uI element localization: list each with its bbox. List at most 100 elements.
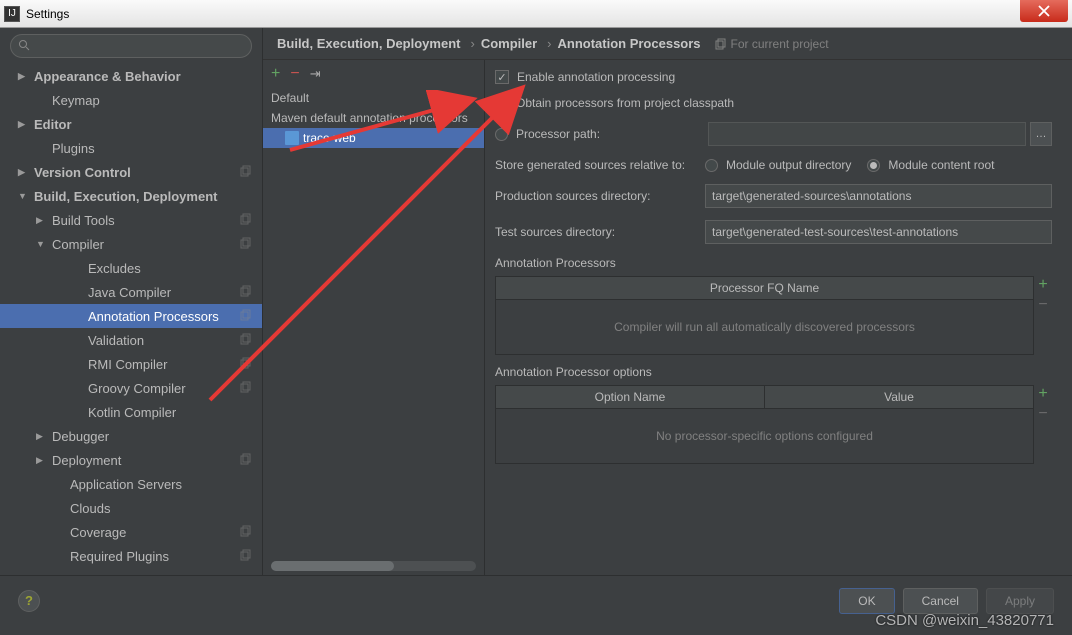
tree-label: Kotlin Compiler <box>88 405 176 420</box>
chevron-icon: ▼ <box>18 191 30 201</box>
remove-icon[interactable]: − <box>290 65 299 83</box>
procpath-label: Processor path: <box>516 127 708 141</box>
tree-item[interactable]: Required Plugins <box>0 544 262 568</box>
test-dir-label: Test sources directory: <box>495 225 705 239</box>
help-button[interactable]: ? <box>18 590 40 612</box>
tree-item[interactable]: Excludes <box>0 256 262 280</box>
main-panel: Build, Execution, Deployment › Compiler … <box>263 28 1072 575</box>
tree-label: Validation <box>88 333 144 348</box>
profile-item-selected[interactable]: trace-web <box>263 128 484 148</box>
h-scrollbar[interactable] <box>271 561 476 571</box>
table-side-buttons: + − <box>1035 386 1051 422</box>
remove-row-button[interactable]: − <box>1035 406 1051 422</box>
footer: ? OK Cancel Apply <box>0 575 1072 625</box>
tree-item[interactable]: ▶Version Control <box>0 160 262 184</box>
scope-text: For current project <box>731 37 829 51</box>
module-icon <box>285 131 299 145</box>
tree-label: Plugins <box>52 141 95 156</box>
apply-button[interactable]: Apply <box>986 588 1054 614</box>
copy-icon <box>240 165 252 180</box>
tree-item[interactable]: ▼Build, Execution, Deployment <box>0 184 262 208</box>
titlebar: IJ Settings <box>0 0 1072 28</box>
tree-label: Version Control <box>34 165 131 180</box>
prod-dir-label: Production sources directory: <box>495 189 705 203</box>
browse-button[interactable]: … <box>1030 122 1052 146</box>
chevron-right-icon: › <box>547 36 551 51</box>
store-output-radio[interactable] <box>705 159 718 172</box>
breadcrumb-mid[interactable]: Compiler <box>481 36 537 51</box>
tree-item[interactable]: ▶ Deployment <box>0 448 262 472</box>
procpath-input[interactable] <box>708 122 1026 146</box>
copy-icon <box>240 213 252 228</box>
tree-item[interactable]: ▶Debugger <box>0 424 262 448</box>
form-panel: Enable annotation processing Obtain proc… <box>485 60 1072 575</box>
tree-item[interactable]: Coverage <box>0 520 262 544</box>
tree-item[interactable]: ▶ Build Tools <box>0 208 262 232</box>
tree-item[interactable]: Groovy Compiler <box>0 376 262 400</box>
app-icon: IJ <box>4 6 20 22</box>
obtain-label: Obtain processors from project classpath <box>516 96 734 110</box>
tree-label: Excludes <box>88 261 141 276</box>
content: ▶Appearance & BehaviorKeymap▶EditorPlugi… <box>0 28 1072 575</box>
tree-label: Deployment <box>52 453 121 468</box>
tree-label: Coverage <box>70 525 126 540</box>
tree-item[interactable]: Plugins <box>0 136 262 160</box>
profile-item[interactable]: Maven default annotation processors <box>263 108 484 128</box>
profiles-panel: + − ⇥ Default Maven default annotation p… <box>263 60 485 575</box>
add-row-button[interactable]: + <box>1035 277 1051 293</box>
close-button[interactable] <box>1020 0 1068 22</box>
resize-handle[interactable] <box>485 318 487 338</box>
tree-item[interactable]: ▶ Appearance & Behavior <box>0 64 262 88</box>
copy-icon <box>715 38 727 50</box>
tree-item[interactable]: RMI Compiler <box>0 352 262 376</box>
move-icon[interactable]: ⇥ <box>310 66 321 82</box>
tree-item[interactable]: Application Servers <box>0 472 262 496</box>
store-label: Store generated sources relative to: <box>495 158 705 172</box>
add-icon[interactable]: + <box>271 65 280 83</box>
tree-item[interactable]: Kotlin Compiler <box>0 400 262 424</box>
search-icon <box>18 39 30 51</box>
copy-icon <box>240 525 252 540</box>
tree-item[interactable]: Annotation Processors <box>0 304 262 328</box>
chevron-icon: ▶ <box>36 455 48 466</box>
tree-label: Java Compiler <box>88 285 171 300</box>
tree-label: Appearance & Behavior <box>34 69 181 84</box>
add-row-button[interactable]: + <box>1035 386 1051 402</box>
tree-label: Editor <box>34 117 72 132</box>
obtain-radio[interactable] <box>495 97 508 110</box>
chevron-icon: ▶ <box>36 215 48 226</box>
opt-empty: No processor-specific options configured <box>496 409 1033 463</box>
prod-dir-input[interactable] <box>705 184 1052 208</box>
procpath-radio[interactable] <box>495 128 508 141</box>
profile-item[interactable]: Default <box>263 88 484 108</box>
tree-label: Application Servers <box>70 477 182 492</box>
chevron-icon: ▶ <box>18 71 30 82</box>
test-dir-row: Test sources directory: <box>495 220 1052 244</box>
cancel-button[interactable]: Cancel <box>903 588 978 614</box>
test-dir-input[interactable] <box>705 220 1052 244</box>
tree-label: Keymap <box>52 93 100 108</box>
search-input[interactable] <box>10 34 252 58</box>
copy-icon <box>240 285 252 300</box>
tree-item[interactable]: Java Compiler <box>0 280 262 304</box>
breadcrumb-leaf: Annotation Processors <box>558 36 701 51</box>
remove-row-button[interactable]: − <box>1035 297 1051 313</box>
search-wrap <box>0 28 262 64</box>
settings-tree: ▶Appearance & BehaviorKeymap▶EditorPlugi… <box>0 64 262 575</box>
profile-toolbar: + − ⇥ <box>263 60 484 88</box>
tree-label: Build Tools <box>52 213 115 228</box>
prod-dir-row: Production sources directory: <box>495 184 1052 208</box>
store-content-radio[interactable] <box>867 159 880 172</box>
tree-item[interactable]: ▶Editor <box>0 112 262 136</box>
tree-item[interactable]: ▼Compiler <box>0 232 262 256</box>
tree-item[interactable]: Validation <box>0 328 262 352</box>
copy-icon <box>240 549 252 564</box>
enable-checkbox[interactable] <box>495 70 509 84</box>
tree-label: Debugger <box>52 429 109 444</box>
tree-item[interactable]: Keymap <box>0 88 262 112</box>
scrollbar-thumb[interactable] <box>271 561 394 571</box>
breadcrumb-root[interactable]: Build, Execution, Deployment <box>277 36 460 51</box>
scope-label: For current project <box>715 37 829 51</box>
ok-button[interactable]: OK <box>839 588 894 614</box>
tree-item[interactable]: Clouds <box>0 496 262 520</box>
